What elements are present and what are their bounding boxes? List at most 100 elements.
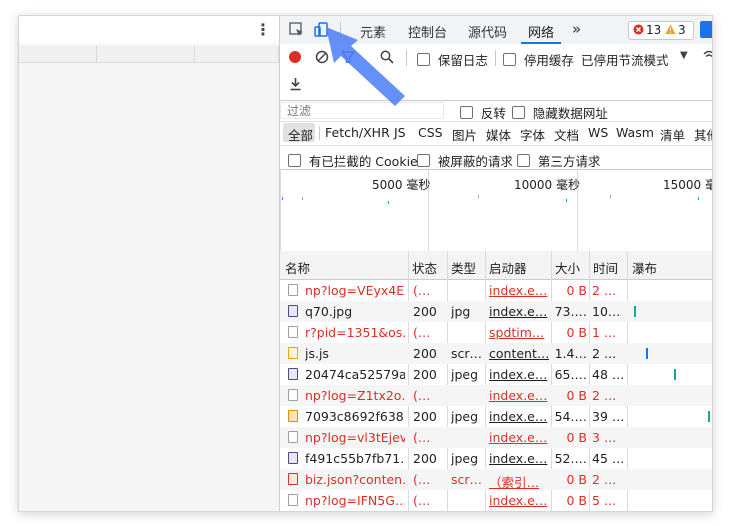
type-all[interactable]: 全部 xyxy=(288,125,313,144)
third-party-checkbox[interactable]: 第三方请求 xyxy=(517,151,600,170)
cell-name[interactable]: js.js xyxy=(305,346,405,361)
table-row[interactable]: 7093c8692f638… 200 jpeg index.e… 54.… 39 … xyxy=(280,406,712,427)
cell-status: (… xyxy=(413,472,431,487)
filter-input[interactable]: 过滤 xyxy=(280,102,444,119)
waterfall-bar xyxy=(674,369,676,380)
cell-name[interactable]: 20474ca52579a… xyxy=(305,367,405,382)
cell-name[interactable]: q70.jpg xyxy=(305,304,405,319)
column-header-type[interactable]: 类型 xyxy=(451,258,476,277)
overview-gridline xyxy=(280,169,281,251)
cell-initiator[interactable]: index.e… xyxy=(489,283,549,298)
checkbox-box[interactable] xyxy=(460,106,473,119)
blocked-cookies-checkbox[interactable]: 有已拦截的 Cookie xyxy=(288,151,418,170)
more-tabs-icon[interactable]: » xyxy=(572,20,581,38)
table-row[interactable]: js.js 200 scr… content… 1.4… 2 … xyxy=(280,343,712,364)
cell-name[interactable]: np?log=vl3tEjev… xyxy=(305,430,405,445)
cell-size: 0 B xyxy=(566,388,587,403)
type-other[interactable]: 其他 xyxy=(694,125,712,144)
type-fetch-xhr[interactable]: Fetch/XHR xyxy=(325,125,390,140)
cell-initiator[interactable]: content… xyxy=(489,346,549,361)
column-header-status[interactable]: 状态 xyxy=(412,258,437,277)
clear-icon[interactable] xyxy=(315,50,329,67)
cell-time: 10… xyxy=(592,304,621,319)
cell-name[interactable]: f491c55b7fb71… xyxy=(305,451,405,466)
cell-initiator[interactable]: index.e… xyxy=(489,409,549,424)
download-icon[interactable] xyxy=(289,77,302,94)
table-row[interactable]: f491c55b7fb71… 200 jpeg index.e… 52.… 45 … xyxy=(280,448,712,469)
checkbox-box[interactable] xyxy=(288,154,301,167)
cell-initiator[interactable]: index.e… xyxy=(489,451,549,466)
type-media[interactable]: 媒体 xyxy=(486,125,511,144)
cell-name[interactable]: np?log=Z1tx2o… xyxy=(305,388,405,403)
type-separator xyxy=(319,126,320,140)
cell-name[interactable]: np?log=IFN5G… xyxy=(305,493,405,508)
cell-initiator[interactable]: spdtim… xyxy=(489,325,549,340)
cell-initiator[interactable]: index.e… xyxy=(489,430,549,445)
disable-cache-label: 停用缓存 xyxy=(523,53,574,68)
table-row[interactable]: np?log=vl3tEjev… (… index.e… 0 B 3 … xyxy=(280,427,712,448)
tab-console[interactable]: 控制台 xyxy=(408,22,447,41)
table-row[interactable]: r?pid=1351&os… (… spdtim… 0 B 1 … xyxy=(280,322,712,343)
table-row[interactable]: np?log=Z1tx2o… (… index.e… 0 B 2 … xyxy=(280,385,712,406)
type-font[interactable]: 字体 xyxy=(520,125,545,144)
device-toolbar-icon[interactable] xyxy=(313,21,331,39)
search-icon[interactable] xyxy=(380,50,394,67)
column-header-size[interactable]: 大小 xyxy=(555,258,580,277)
type-ws[interactable]: WS xyxy=(588,125,608,140)
type-manifest[interactable]: 清单 xyxy=(660,125,685,144)
column-header-name[interactable]: 名称 xyxy=(285,258,310,277)
image-icon xyxy=(288,368,298,380)
preserve-log-checkbox[interactable]: 保留日志 xyxy=(417,50,488,69)
messages-icon[interactable] xyxy=(700,21,712,38)
image-icon xyxy=(288,410,298,422)
column-header-time[interactable]: 时间 xyxy=(593,258,618,277)
type-css[interactable]: CSS xyxy=(418,125,443,140)
checkbox-box[interactable] xyxy=(517,154,530,167)
column-header-waterfall[interactable]: 瀑布 xyxy=(632,258,657,277)
tab-network[interactable]: 网络 xyxy=(528,22,554,41)
checkbox-box[interactable] xyxy=(417,53,430,66)
blocked-requests-label: 被屏蔽的请求 xyxy=(437,154,513,169)
inspect-element-icon[interactable] xyxy=(288,21,306,39)
blocked-requests-checkbox[interactable]: 被屏蔽的请求 xyxy=(417,151,513,170)
chevron-down-icon[interactable]: ▼ xyxy=(680,50,688,61)
cell-initiator[interactable]: index.e… xyxy=(489,367,549,382)
cell-name[interactable]: biz.json?conten… xyxy=(305,472,405,487)
checkbox-box[interactable] xyxy=(503,53,516,66)
tab-sources[interactable]: 源代码 xyxy=(468,22,507,41)
issues-badge[interactable]: 13 3 xyxy=(628,21,694,40)
blocked-filter-bar: 有已拦截的 Cookie 被屏蔽的请求 第三方请求 xyxy=(280,145,712,170)
more-options-icon[interactable]: ⋮ xyxy=(255,20,271,39)
filter-icon[interactable] xyxy=(340,50,356,67)
invert-checkbox[interactable]: 反转 xyxy=(460,103,506,122)
cell-initiator[interactable]: （索引… xyxy=(489,472,549,491)
table-row[interactable]: np?log=VEyx4E… (… index.e… 0 B 2 … xyxy=(280,280,712,301)
table-row[interactable]: q70.jpg 200 jpg index.e… 73.… 10… xyxy=(280,301,712,322)
type-img[interactable]: 图片 xyxy=(452,125,477,144)
cell-initiator[interactable]: index.e… xyxy=(489,388,549,403)
cell-initiator[interactable]: index.e… xyxy=(489,493,549,508)
hide-data-urls-checkbox[interactable]: 隐藏数据网址 xyxy=(512,103,608,122)
disable-cache-checkbox[interactable]: 停用缓存 xyxy=(503,50,574,69)
wifi-icon[interactable] xyxy=(703,48,712,65)
cell-name[interactable]: r?pid=1351&os… xyxy=(305,325,405,340)
column-header-initiator[interactable]: 启动器 xyxy=(489,258,527,277)
type-js[interactable]: JS xyxy=(394,125,406,140)
checkbox-box[interactable] xyxy=(512,106,525,119)
checkbox-box[interactable] xyxy=(417,154,430,167)
table-row[interactable]: np?log=IFN5G… (… index.e… 0 B 5 … xyxy=(280,490,712,511)
throttling-select[interactable]: 已停用节流模式 xyxy=(581,50,669,69)
timeline-overview[interactable]: 5000 毫秒 10000 毫秒 15000 毫秒 xyxy=(280,169,712,252)
cell-initiator[interactable]: index.e… xyxy=(489,304,549,319)
type-wasm[interactable]: Wasm xyxy=(616,125,654,140)
network-toolbar: 保留日志 停用缓存 已停用节流模式 ▼ xyxy=(280,44,712,101)
overview-tick xyxy=(282,197,283,200)
cell-name[interactable]: 7093c8692f638… xyxy=(305,409,405,424)
cell-name[interactable]: np?log=VEyx4E… xyxy=(305,283,405,298)
type-doc[interactable]: 文档 xyxy=(554,125,579,144)
record-icon[interactable] xyxy=(288,50,302,67)
table-row[interactable]: biz.json?conten… (… scr… （索引… 0 B 2 … xyxy=(280,469,712,490)
cell-status: 200 xyxy=(413,304,437,319)
table-row[interactable]: 20474ca52579a… 200 jpeg index.e… 65.… 48 … xyxy=(280,364,712,385)
tab-elements[interactable]: 元素 xyxy=(360,22,386,41)
